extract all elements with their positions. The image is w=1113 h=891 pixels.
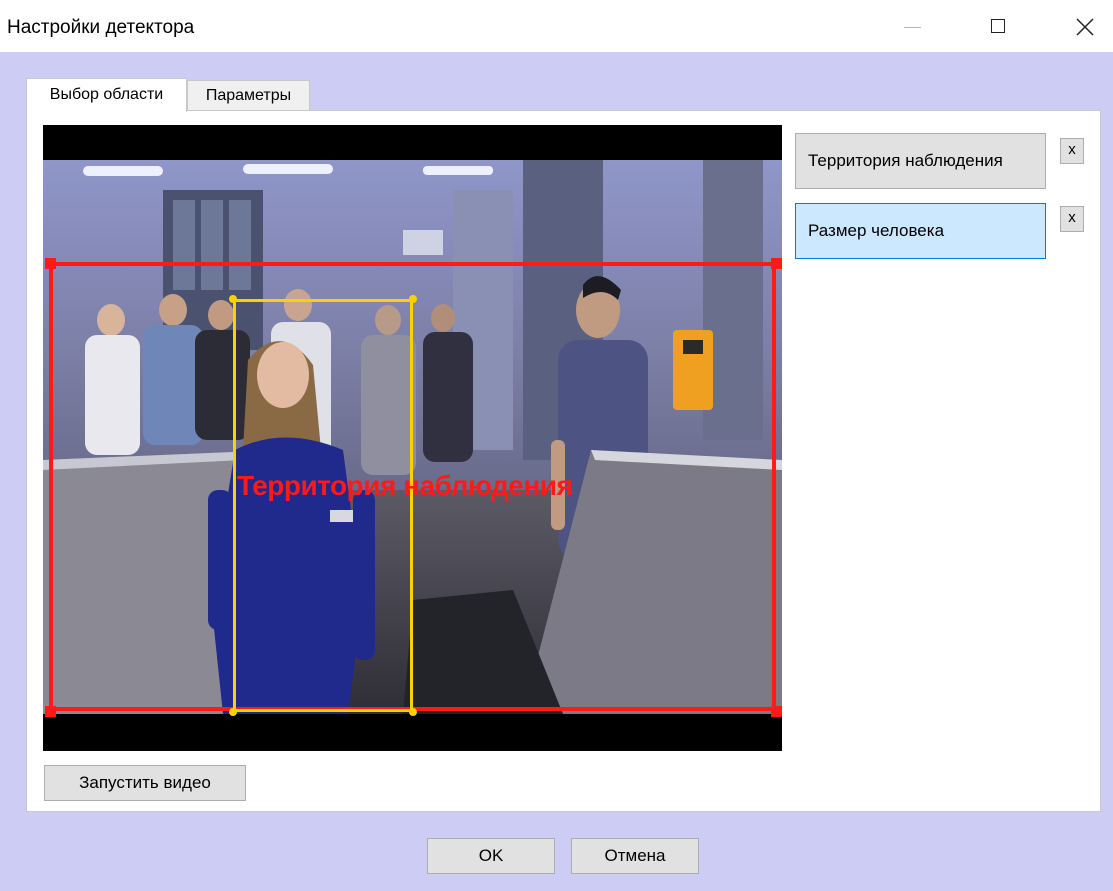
zone-person-size[interactable] [233, 299, 413, 712]
region-item-person-size[interactable]: Размер человека [795, 203, 1046, 259]
zone-overlay-label: Территория наблюдения [237, 470, 573, 501]
delete-region-observation-button[interactable]: x [1060, 138, 1084, 164]
window-title: Настройки детектора [7, 17, 195, 38]
person-handle-bottom-left[interactable] [229, 708, 237, 716]
close-icon[interactable] [1062, 6, 1108, 46]
zone-handle-top-left[interactable] [45, 258, 56, 269]
zone-handle-bottom-left[interactable] [45, 706, 56, 717]
person-handle-top-right[interactable] [409, 295, 417, 303]
run-video-button[interactable]: Запустить видео [44, 765, 246, 801]
tab-parameters[interactable]: Параметры [187, 80, 310, 110]
minimize-icon[interactable] [890, 6, 936, 46]
person-handle-bottom-right[interactable] [409, 708, 417, 716]
ok-button[interactable]: OK [427, 838, 555, 874]
zone-handle-top-right[interactable] [771, 258, 782, 269]
title-bar: Настройки детектора [0, 0, 1113, 52]
zone-handle-bottom-right[interactable] [771, 706, 782, 717]
region-item-observation[interactable]: Территория наблюдения [795, 133, 1046, 189]
maximize-icon[interactable] [977, 6, 1023, 46]
delete-region-person-size-button[interactable]: x [1060, 206, 1084, 232]
cancel-button[interactable]: Отмена [571, 838, 699, 874]
person-handle-top-left[interactable] [229, 295, 237, 303]
tab-area-selection[interactable]: Выбор области [26, 78, 187, 112]
